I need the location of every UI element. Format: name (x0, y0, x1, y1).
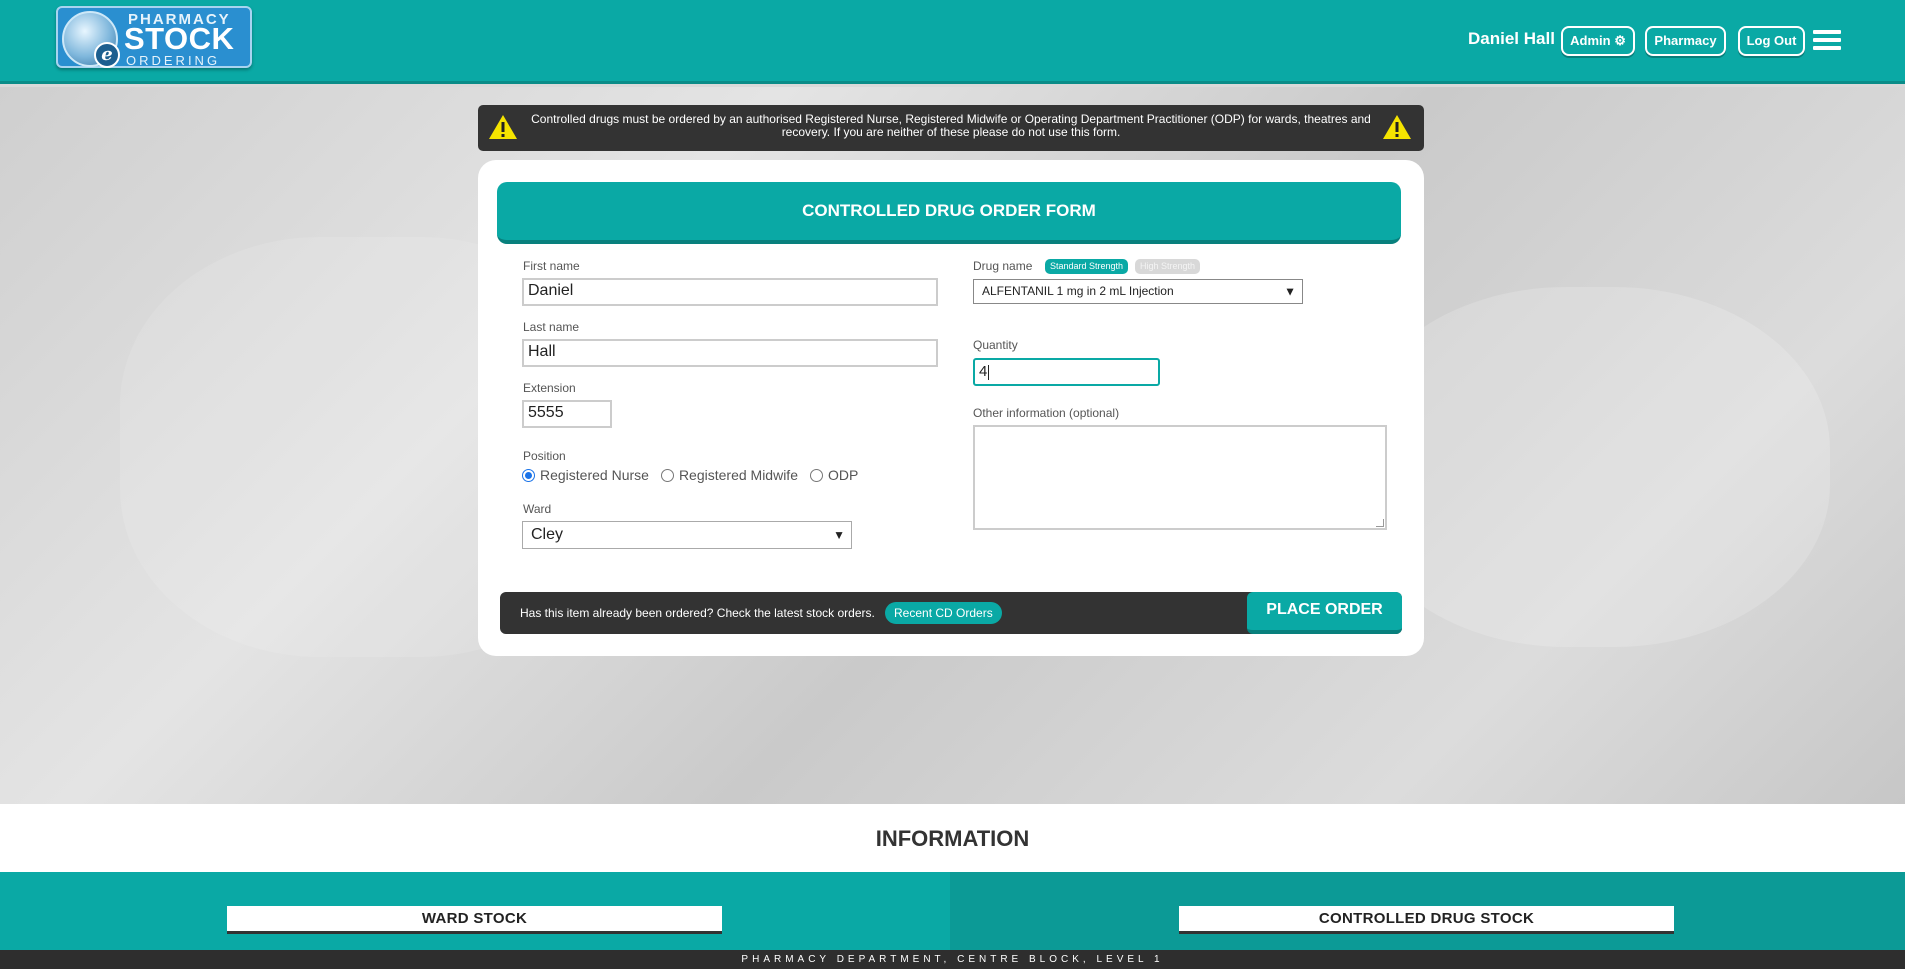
place-order-button[interactable]: PLACE ORDER (1247, 592, 1402, 634)
drug-select[interactable]: ALFENTANIL 1 mg in 2 mL Injection ▼ (973, 279, 1303, 304)
order-action-bar: Has this item already been ordered? Chec… (500, 592, 1402, 634)
chevron-down-icon: ▼ (833, 528, 845, 542)
ward-select[interactable]: Cley ▼ (522, 521, 852, 549)
radio-label-registered-nurse: Registered Nurse (540, 467, 649, 483)
position-label: Position (523, 449, 566, 463)
footer: PHARMACY DEPARTMENT, CENTRE BLOCK, LEVEL… (0, 950, 1905, 969)
resize-grip-icon[interactable] (1376, 519, 1384, 527)
form-title: CONTROLLED DRUG ORDER FORM (497, 182, 1401, 244)
quantity-input[interactable]: 4 (973, 358, 1160, 386)
warning-icon (1383, 115, 1411, 139)
other-info-label: Other information (optional) (973, 406, 1120, 420)
ward-stock-button[interactable]: WARD STOCK (227, 906, 722, 934)
cd-stock-tile: CONTROLLED DRUG STOCK (950, 872, 1905, 950)
radio-registered-midwife[interactable] (660, 468, 674, 482)
first-name-label: First name (523, 259, 580, 273)
warning-icon (489, 115, 517, 139)
ward-label: Ward (523, 502, 552, 516)
logout-button[interactable]: Log Out (1738, 26, 1805, 56)
standard-strength-badge[interactable]: Standard Strength (1045, 259, 1129, 274)
extension-input[interactable]: 5555 (522, 400, 612, 428)
logo-line-3: ORDERING (126, 53, 221, 68)
information-section: INFORMATION (0, 804, 1905, 872)
information-tiles: WARD STOCK CONTROLLED DRUG STOCK (0, 872, 1905, 950)
other-info-textarea[interactable] (973, 425, 1387, 530)
top-navbar: e PHARMACY STOCK ORDERING Daniel Hall Ad… (0, 0, 1905, 84)
radio-label-registered-midwife: Registered Midwife (678, 467, 798, 483)
radio-registered-nurse[interactable] (522, 468, 535, 482)
order-form-card: CONTROLLED DRUG ORDER FORM First name Da… (478, 160, 1424, 656)
radio-odp[interactable] (810, 468, 823, 482)
high-strength-badge[interactable]: High Strength (1135, 259, 1201, 274)
user-name: Daniel Hall (1468, 29, 1555, 48)
drug-name-label: Drug name (973, 259, 1033, 273)
admin-button[interactable]: Admin ⚙ (1561, 26, 1635, 56)
already-ordered-text: Has this item already been ordered? Chec… (520, 606, 875, 620)
chevron-down-icon: ▼ (1284, 284, 1296, 298)
drug-select-value: ALFENTANIL 1 mg in 2 mL Injection (982, 284, 1174, 298)
last-name-label: Last name (523, 320, 580, 334)
controlled-drug-stock-button[interactable]: CONTROLLED DRUG STOCK (1179, 906, 1674, 934)
pharmacy-button[interactable]: Pharmacy (1645, 26, 1726, 56)
app-logo[interactable]: e PHARMACY STOCK ORDERING (56, 6, 252, 68)
warning-text: Controlled drugs must be ordered by an a… (531, 112, 1371, 139)
last-name-input[interactable]: Hall (522, 339, 938, 367)
quantity-label: Quantity (973, 338, 1018, 352)
first-name-input[interactable]: Daniel (522, 278, 938, 306)
logo-line-2: STOCK (124, 21, 235, 56)
admin-button-label: Admin (1570, 33, 1611, 48)
ward-stock-tile: WARD STOCK (0, 872, 950, 950)
logo-e-badge: e (94, 42, 120, 68)
gear-icon: ⚙ (1614, 33, 1626, 48)
warning-banner: Controlled drugs must be ordered by an a… (478, 105, 1424, 151)
information-title: INFORMATION (875, 826, 1030, 851)
radio-label-odp: ODP (828, 467, 859, 483)
position-radio-group: Registered Nurse Registered Midwife ODP (522, 467, 870, 483)
quantity-value: 4 (979, 363, 988, 380)
extension-label: Extension (523, 381, 576, 395)
hamburger-menu-icon[interactable] (1813, 30, 1841, 52)
recent-cd-orders-button[interactable]: Recent CD Orders (885, 602, 1002, 624)
ward-select-value: Cley (531, 526, 564, 543)
